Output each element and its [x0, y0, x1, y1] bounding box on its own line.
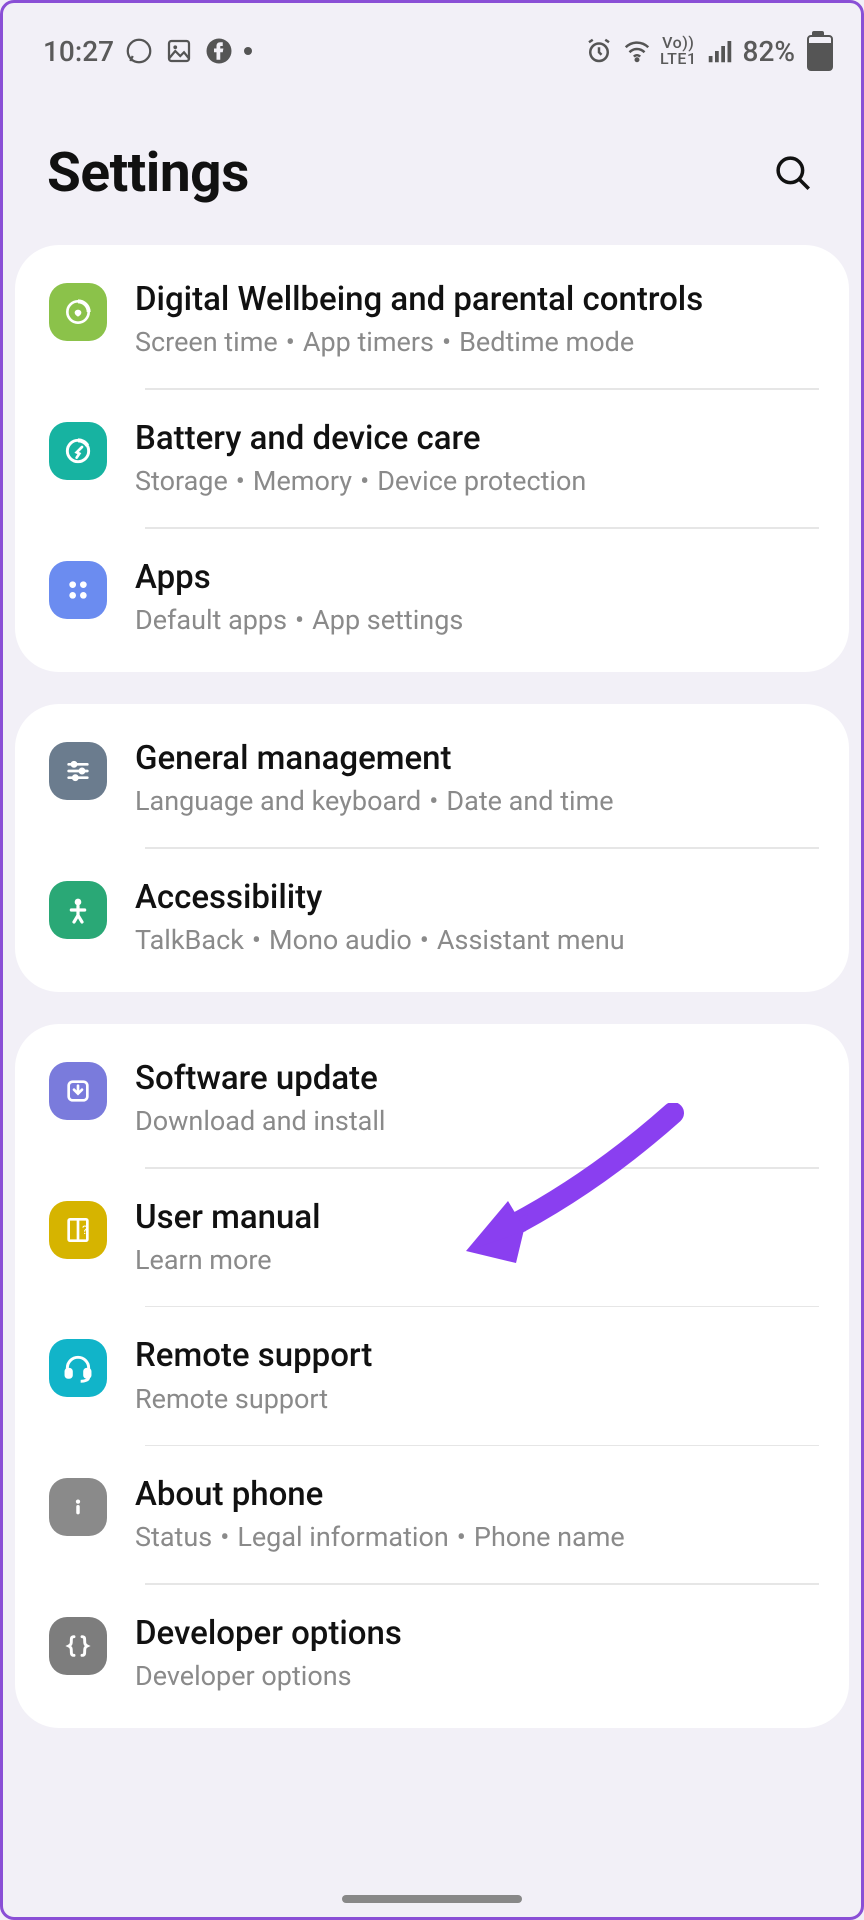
volte-indicator: Vo))LTE1: [660, 35, 697, 67]
item-title: Apps: [135, 557, 815, 598]
info-icon: [49, 1478, 107, 1536]
item-title: Digital Wellbeing and parental controls: [135, 279, 815, 320]
settings-item-remote-support[interactable]: Remote support Remote support: [15, 1307, 849, 1444]
gallery-icon: [164, 36, 194, 66]
facebook-icon: [204, 36, 234, 66]
book-icon: ?: [49, 1201, 107, 1259]
item-subtitle: Download and install: [135, 1105, 815, 1137]
battery-percent: 82%: [743, 35, 795, 68]
apps-icon: [49, 561, 107, 619]
item-title: Accessibility: [135, 877, 815, 918]
item-subtitle: Storage•Memory•Device protection: [135, 465, 815, 497]
item-title: Software update: [135, 1058, 815, 1099]
wellbeing-icon: [49, 283, 107, 341]
item-subtitle: Remote support: [135, 1383, 815, 1415]
item-subtitle: Language and keyboard•Date and time: [135, 785, 815, 817]
svg-text:?: ?: [82, 1223, 88, 1237]
settings-item-user-manual[interactable]: ? User manual Learn more: [15, 1169, 849, 1306]
settings-item-general[interactable]: General management Language and keyboard•…: [15, 710, 849, 847]
more-notifications-dot: [244, 47, 252, 55]
settings-group: Software update Download and install? User…: [15, 1024, 849, 1728]
battery-icon: [803, 31, 833, 71]
settings-list: Digital Wellbeing and parental controls S…: [3, 245, 861, 1728]
settings-item-developer[interactable]: Developer options Developer options: [15, 1585, 849, 1722]
item-title: Battery and device care: [135, 418, 815, 459]
item-subtitle: TalkBack•Mono audio•Assistant menu: [135, 924, 815, 956]
person-icon: [49, 881, 107, 939]
battery-care-icon: [49, 422, 107, 480]
item-title: Remote support: [135, 1335, 815, 1376]
item-subtitle: Screen time•App timers•Bedtime mode: [135, 326, 815, 358]
item-title: Developer options: [135, 1613, 815, 1654]
item-subtitle: Developer options: [135, 1660, 815, 1692]
headset-icon: [49, 1339, 107, 1397]
item-subtitle: Status•Legal information•Phone name: [135, 1521, 815, 1553]
alarm-icon: [584, 36, 614, 66]
item-subtitle: Learn more: [135, 1244, 815, 1276]
item-title: About phone: [135, 1474, 815, 1515]
settings-group: Digital Wellbeing and parental controls S…: [15, 245, 849, 672]
search-button[interactable]: [765, 145, 821, 201]
signal-icon: [705, 36, 735, 66]
settings-item-battery[interactable]: Battery and device care Storage•Memory•De…: [15, 390, 849, 527]
settings-group: General management Language and keyboard•…: [15, 704, 849, 992]
item-title: General management: [135, 738, 815, 779]
update-icon: [49, 1062, 107, 1120]
sliders-icon: [49, 742, 107, 800]
item-subtitle: Default apps•App settings: [135, 604, 815, 636]
settings-item-software-update[interactable]: Software update Download and install: [15, 1030, 849, 1167]
item-title: User manual: [135, 1197, 815, 1238]
settings-item-apps[interactable]: Apps Default apps•App settings: [15, 529, 849, 666]
wifi-icon: [622, 36, 652, 66]
page-title: Settings: [47, 141, 249, 205]
settings-item-about[interactable]: About phone Status•Legal information•Phon…: [15, 1446, 849, 1583]
settings-item-accessibility[interactable]: Accessibility TalkBack•Mono audio•Assista…: [15, 849, 849, 986]
whatsapp-icon: [124, 36, 154, 66]
status-bar: 10:27 Vo))LTE1 82%: [3, 3, 861, 81]
home-indicator: [342, 1895, 522, 1903]
braces-icon: [49, 1617, 107, 1675]
settings-item-wellbeing[interactable]: Digital Wellbeing and parental controls S…: [15, 251, 849, 388]
settings-header: Settings: [3, 81, 861, 245]
status-time: 10:27: [43, 35, 114, 68]
